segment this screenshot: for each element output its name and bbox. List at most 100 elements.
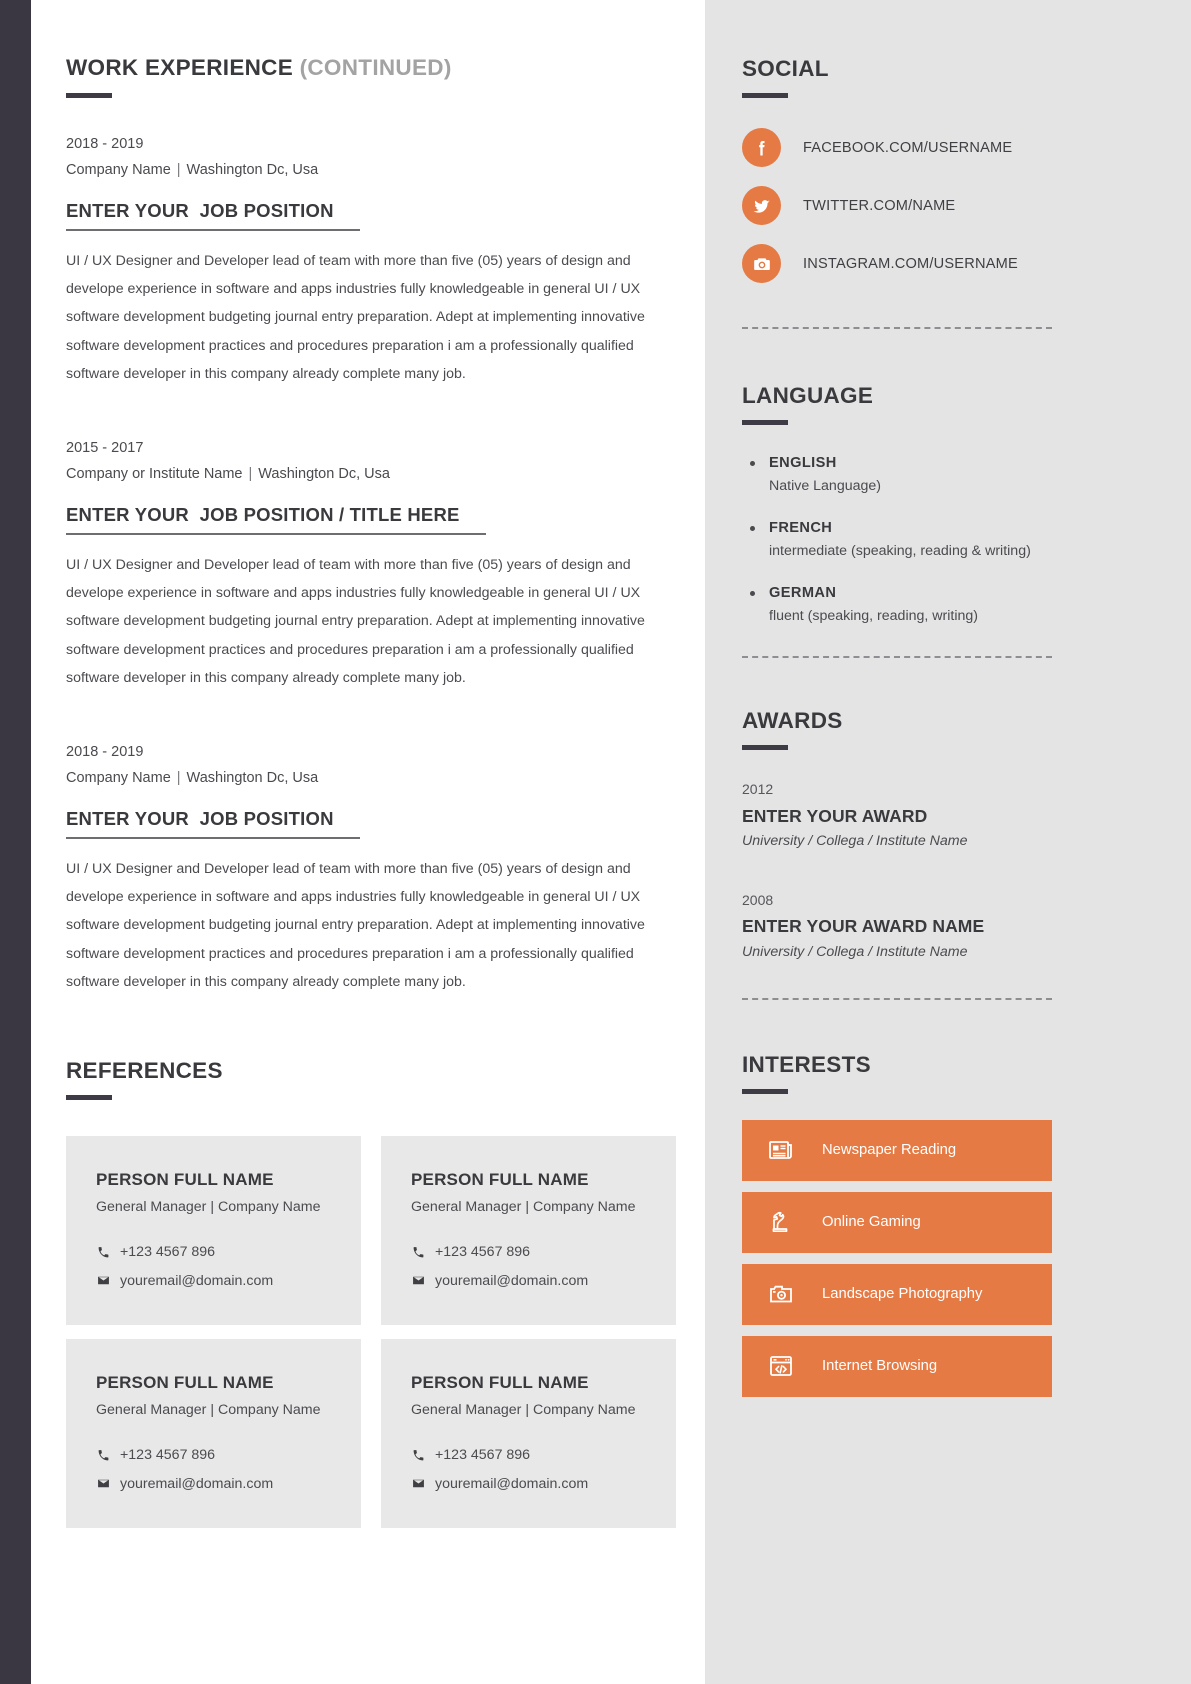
- language-level: Native Language): [769, 478, 882, 494]
- reference-email-line: youremail@domain.com: [96, 1267, 331, 1295]
- social-link-text: INSTAGRAM.COM/USERNAME: [803, 255, 1018, 272]
- job-entry: 2018 - 2019 Company Name | Washington Dc, …: [66, 131, 681, 389]
- chess-knight-icon: [766, 1207, 796, 1237]
- social-item-twitter[interactable]: TWITTER.COM/NAME: [742, 186, 1052, 225]
- reference-name: PERSON FULL NAME: [411, 1373, 589, 1393]
- interest-item-browsing[interactable]: Internet Browsing: [742, 1335, 1052, 1397]
- language-list: ENGLISH Native Language) FRENCH intermed…: [742, 455, 1052, 624]
- language-level: intermediate (speaking, reading & writin…: [769, 543, 1031, 559]
- envelope-icon: [96, 1477, 110, 1491]
- reference-phone-line: +123 4567 896: [411, 1441, 646, 1469]
- award-year: 2012: [742, 781, 774, 797]
- job-location: Washington Dc, Usa: [186, 162, 319, 179]
- job-title-wrap: ENTER YOUR JOB POSITION: [66, 808, 681, 839]
- job-dates: 2018 - 2019: [66, 135, 144, 152]
- language-title: LANGUAGE: [742, 383, 874, 408]
- reference-contact: +123 4567 896 youremail@domain.com: [96, 1441, 331, 1498]
- social-item-instagram[interactable]: INSTAGRAM.COM/USERNAME: [742, 244, 1052, 283]
- bullet-icon: [750, 460, 755, 466]
- job-location: Washington Dc, Usa: [186, 770, 319, 787]
- separator-bar: |: [248, 466, 253, 483]
- reference-role: General Manager | Company Name: [411, 1199, 636, 1216]
- job-title-prefix: ENTER YOUR: [66, 503, 189, 525]
- social-link-text: TWITTER.COM/NAME: [803, 197, 956, 214]
- interest-item-newspaper[interactable]: Newspaper Reading: [742, 1119, 1052, 1181]
- reference-role: General Manager | Company Name: [96, 1402, 321, 1419]
- reference-phone-line: +123 4567 896: [96, 1238, 331, 1266]
- awards-title: AWARDS: [742, 708, 843, 733]
- reference-email-line: youremail@domain.com: [411, 1470, 646, 1498]
- job-company: Company or Institute Name: [66, 466, 243, 483]
- language-level: fluent (speaking, reading, writing): [769, 608, 978, 624]
- social-list: FACEBOOK.COM/USERNAME TWITTER.COM/NAME I…: [742, 128, 1052, 283]
- job-title-prefix: ENTER YOUR: [66, 807, 189, 829]
- job-description: UI / UX Designer and Developer lead of t…: [66, 252, 645, 383]
- award-item: 2008 ENTER YOUR AWARD NAME University / …: [742, 887, 1052, 960]
- job-title: ENTER YOUR JOB POSITION / TITLE HERE: [66, 504, 486, 535]
- phone-icon: [411, 1246, 425, 1260]
- interest-label: Internet Browsing: [822, 1358, 938, 1375]
- reference-card: PERSON FULL NAME General Manager | Compa…: [66, 1339, 361, 1528]
- reference-email-line: youremail@domain.com: [96, 1470, 331, 1498]
- reference-role: General Manager | Company Name: [96, 1199, 321, 1216]
- reference-name: PERSON FULL NAME: [411, 1170, 589, 1190]
- job-description: UI / UX Designer and Developer lead of t…: [66, 860, 645, 991]
- language-item: FRENCH intermediate (speaking, reading &…: [742, 520, 1052, 559]
- language-section: LANGUAGE ENGLISH Native Language) FRENCH…: [742, 383, 1052, 624]
- reference-card: PERSON FULL NAME General Manager | Compa…: [381, 1339, 676, 1528]
- camera-icon: [766, 1279, 796, 1309]
- job-entry: 2015 - 2017 Company or Institute Name | Wa…: [66, 435, 681, 693]
- work-experience-heading: WORK EXPERIENCE (CONTINUED): [66, 55, 681, 98]
- section-rule: [742, 1088, 788, 1094]
- job-title-main: JOB POSITION / TITLE HERE: [199, 503, 460, 525]
- reference-phone: +123 4567 896: [120, 1244, 216, 1261]
- interests-section: INTERESTS Newspaper Reading Online Gamin…: [742, 1052, 1052, 1397]
- bullet-icon: [750, 590, 755, 596]
- browser-code-icon: [766, 1351, 796, 1381]
- social-item-facebook[interactable]: FACEBOOK.COM/USERNAME: [742, 128, 1052, 167]
- job-title-prefix: ENTER YOUR: [66, 199, 189, 221]
- divider: [742, 656, 1052, 658]
- envelope-icon: [96, 1274, 110, 1288]
- interest-item-photography[interactable]: Landscape Photography: [742, 1263, 1052, 1325]
- language-name: ENGLISH: [769, 455, 837, 471]
- job-company-line: Company or Institute Name | Washington Dc,…: [66, 462, 681, 487]
- section-rule: [66, 1095, 112, 1101]
- separator-bar: |: [176, 162, 181, 179]
- reference-phone-line: +123 4567 896: [411, 1238, 646, 1266]
- job-dates: 2015 - 2017: [66, 439, 144, 456]
- divider: [742, 327, 1052, 329]
- interest-item-gaming[interactable]: Online Gaming: [742, 1191, 1052, 1253]
- main-column: WORK EXPERIENCE (CONTINUED) 2018 - 2019 …: [66, 0, 681, 1528]
- bullet-icon: [750, 525, 755, 531]
- social-title: SOCIAL: [742, 56, 829, 81]
- reference-email: youremail@domain.com: [435, 1272, 589, 1289]
- facebook-icon: [742, 128, 781, 167]
- envelope-icon: [411, 1477, 425, 1491]
- reference-phone-line: +123 4567 896: [96, 1441, 331, 1469]
- references-heading: REFERENCES: [66, 1058, 681, 1101]
- language-name-row: GERMAN: [742, 585, 1052, 601]
- reference-phone: +123 4567 896: [435, 1244, 531, 1261]
- job-dates: 2018 - 2019: [66, 743, 144, 760]
- twitter-icon: [742, 186, 781, 225]
- language-name-row: ENGLISH: [742, 455, 1052, 471]
- job-company-line: Company Name | Washington Dc, Usa: [66, 158, 681, 183]
- reference-phone: +123 4567 896: [435, 1447, 531, 1464]
- job-title: ENTER YOUR JOB POSITION: [66, 200, 360, 231]
- reference-email-line: youremail@domain.com: [411, 1267, 646, 1295]
- section-rule: [742, 93, 788, 98]
- work-experience-title: WORK EXPERIENCE: [66, 55, 294, 80]
- reference-contact: +123 4567 896 youremail@domain.com: [411, 1441, 646, 1498]
- job-title: ENTER YOUR JOB POSITION: [66, 808, 360, 839]
- reference-card: PERSON FULL NAME General Manager | Compa…: [381, 1136, 676, 1326]
- job-description: UI / UX Designer and Developer lead of t…: [66, 556, 645, 687]
- language-name: GERMAN: [769, 585, 837, 601]
- job-title-wrap: ENTER YOUR JOB POSITION: [66, 200, 681, 231]
- job-title-wrap: ENTER YOUR JOB POSITION / TITLE HERE: [66, 504, 681, 535]
- interest-label: Landscape Photography: [822, 1286, 983, 1303]
- phone-icon: [96, 1246, 110, 1260]
- reference-role: General Manager | Company Name: [411, 1402, 636, 1419]
- envelope-icon: [411, 1274, 425, 1288]
- job-company: Company Name: [66, 162, 171, 179]
